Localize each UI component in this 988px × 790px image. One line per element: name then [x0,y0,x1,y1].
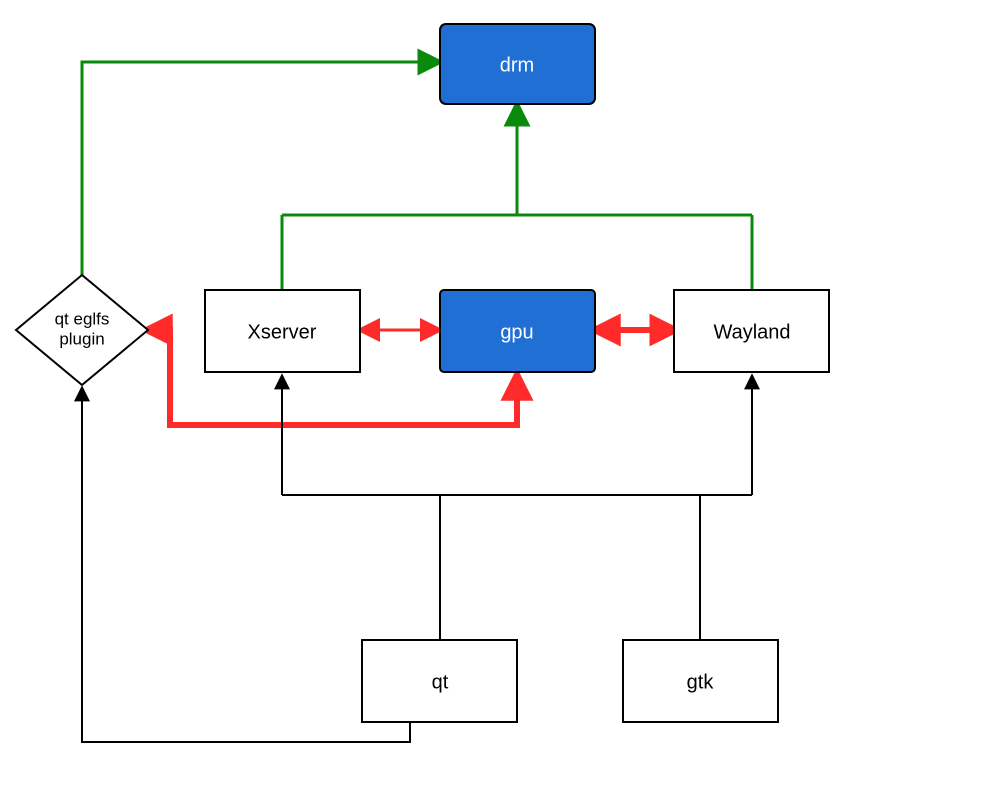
node-qt-label: qt [432,671,449,693]
node-gpu: gpu [440,290,595,372]
node-qt: qt [362,640,517,722]
node-wayland: Wayland [674,290,829,372]
node-qt-eglfs-plugin: qt eglfs plugin [16,275,148,385]
edge-qt-to-qteglfs [82,388,410,742]
node-drm-label: drm [500,54,534,76]
node-drm: drm [440,24,595,104]
edge-qteglfs-to-drm [82,62,440,275]
node-xserver: Xserver [205,290,360,372]
node-gpu-label: gpu [500,321,533,343]
node-gtk-label: gtk [687,671,715,693]
node-xserver-label: Xserver [248,321,317,343]
node-wayland-label: Wayland [713,321,790,343]
diagram-canvas: drm Xserver gpu Wayland qt gtk qt eglfs … [0,0,988,790]
node-qteglfs-label-1: qt eglfs [55,309,110,328]
node-gtk: gtk [623,640,778,722]
node-qteglfs-label-2: plugin [59,329,104,348]
